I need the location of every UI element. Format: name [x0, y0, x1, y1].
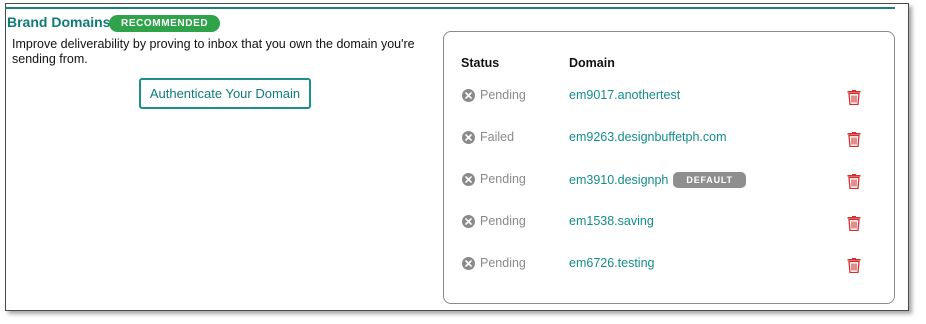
domain-link[interactable]: em3910.designph DEFAULT	[569, 172, 746, 188]
domain-name[interactable]: em9017.anothertest	[569, 88, 680, 102]
authenticate-domain-button[interactable]: Authenticate Your Domain	[139, 78, 311, 109]
trash-icon[interactable]	[847, 258, 861, 274]
section-divider	[5, 7, 895, 9]
x-circle-icon	[462, 88, 475, 102]
status-column-header: Status	[461, 56, 500, 70]
status-label: Failed	[480, 130, 515, 144]
x-circle-icon	[462, 256, 475, 270]
domain-name[interactable]: em1538.saving	[569, 214, 654, 228]
domain-name[interactable]: em3910.designph	[569, 173, 668, 187]
trash-icon[interactable]	[847, 132, 861, 148]
domain-link[interactable]: em9017.anothertest	[569, 88, 680, 102]
section-title: Brand Domains	[7, 14, 111, 30]
domain-link[interactable]: em6726.testing	[569, 256, 654, 270]
domain-name[interactable]: em6726.testing	[569, 256, 654, 270]
row-status: Pending	[462, 256, 526, 270]
status-label: Pending	[480, 256, 526, 270]
section-description: Improve deliverability by proving to inb…	[12, 37, 415, 66]
trash-icon[interactable]	[847, 174, 861, 190]
domain-name[interactable]: em9263.designbuffetph.com	[569, 130, 727, 144]
row-status: Pending	[462, 172, 526, 186]
default-badge: DEFAULT	[673, 172, 746, 188]
x-circle-icon	[462, 130, 475, 144]
trash-icon[interactable]	[847, 90, 861, 106]
row-status: Pending	[462, 88, 526, 102]
x-circle-icon	[462, 214, 475, 228]
x-circle-icon	[462, 172, 475, 186]
domain-link[interactable]: em9263.designbuffetph.com	[569, 130, 727, 144]
domain-column-header: Domain	[569, 56, 615, 70]
domain-link[interactable]: em1538.saving	[569, 214, 654, 228]
status-label: Pending	[480, 88, 526, 102]
recommended-badge: RECOMMENDED	[109, 15, 221, 32]
status-label: Pending	[480, 172, 526, 186]
status-label: Pending	[480, 214, 526, 228]
trash-icon[interactable]	[847, 216, 861, 232]
row-status: Failed	[462, 130, 514, 144]
row-status: Pending	[462, 214, 526, 228]
